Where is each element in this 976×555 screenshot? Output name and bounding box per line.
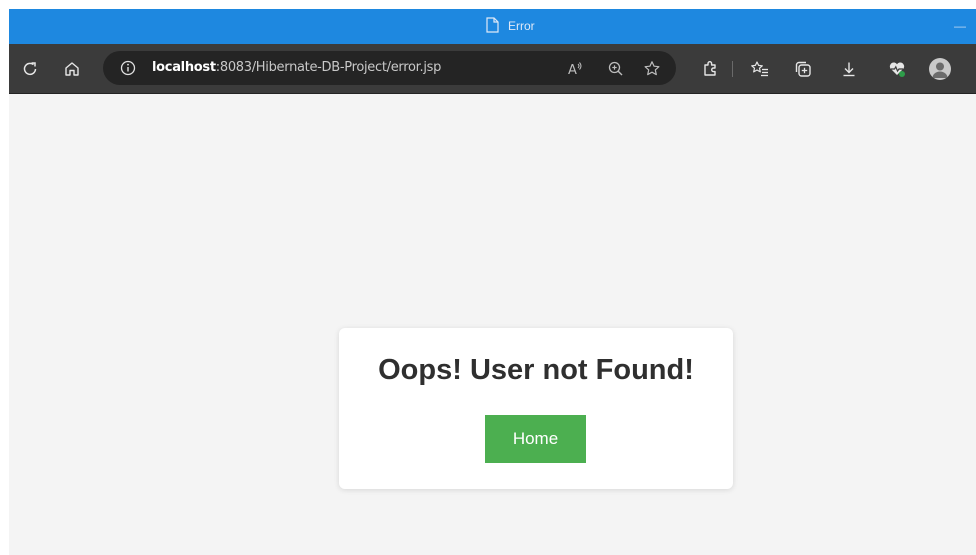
collections-icon[interactable] [790, 56, 816, 82]
favorite-star-icon[interactable] [642, 59, 662, 79]
read-aloud-icon[interactable]: A [565, 59, 585, 79]
home-icon[interactable] [59, 56, 85, 82]
svg-text:A: A [568, 63, 577, 78]
url-host: localhost [152, 60, 216, 75]
toolbar-separator [732, 61, 733, 77]
document-icon [485, 17, 499, 33]
browser-window: Error — localhost:8083/Hibernate-DB-Proj… [9, 9, 976, 555]
minimize-button[interactable]: — [949, 14, 971, 38]
info-icon[interactable] [119, 59, 137, 77]
profile-avatar[interactable] [929, 58, 951, 80]
page-content: Oops! User not Found! Home [9, 94, 976, 555]
error-card: Oops! User not Found! Home [339, 328, 733, 489]
title-bar: Error — [9, 9, 976, 44]
refresh-icon[interactable] [17, 56, 43, 82]
browser-essentials-icon[interactable] [884, 56, 910, 82]
zoom-icon[interactable] [606, 59, 626, 79]
address-bar[interactable]: localhost:8083/Hibernate-DB-Project/erro… [103, 51, 676, 85]
downloads-icon[interactable] [836, 56, 862, 82]
browser-toolbar: localhost:8083/Hibernate-DB-Project/erro… [9, 44, 976, 94]
favorites-icon[interactable] [747, 56, 773, 82]
window-title: Error [508, 19, 535, 33]
url-path: :8083/Hibernate-DB-Project/error.jsp [215, 60, 442, 75]
url-text[interactable]: localhost:8083/Hibernate-DB-Project/erro… [152, 60, 441, 76]
home-button[interactable]: Home [485, 415, 586, 463]
extensions-icon[interactable] [697, 56, 723, 82]
error-heading: Oops! User not Found! [378, 354, 694, 386]
